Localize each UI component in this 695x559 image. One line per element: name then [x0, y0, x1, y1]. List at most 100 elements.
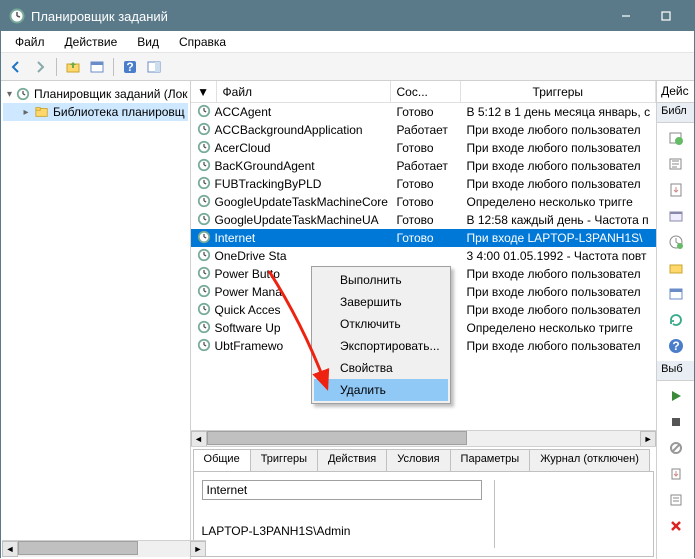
grid-header: ▼ Файл Сос... Триггеры: [191, 81, 657, 103]
tree-root[interactable]: ▾ Планировщик заданий (Лок: [3, 85, 188, 103]
run-icon[interactable]: [667, 387, 685, 405]
task-status: Готово: [391, 177, 461, 191]
menu-view[interactable]: Вид: [127, 33, 169, 51]
disable-icon[interactable]: [667, 439, 685, 457]
tab-conditions[interactable]: Условия: [386, 449, 450, 471]
context-delete[interactable]: Удалить: [314, 379, 448, 401]
task-trigger: В 12:58 каждый день - Частота п: [461, 213, 657, 227]
clock-icon: [197, 104, 211, 121]
task-trigger: Определено несколько тригге: [461, 195, 657, 209]
task-trigger: При входе любого пользовател: [461, 141, 657, 155]
task-row[interactable]: FUBTrackingByPLDГотовоПри входе любого п…: [191, 175, 657, 193]
column-status[interactable]: Сос...: [391, 81, 461, 102]
task-status: Работает: [391, 123, 461, 137]
menu-file[interactable]: Файл: [5, 33, 55, 51]
actions-icons-bottom: [657, 381, 694, 541]
refresh-icon[interactable]: [667, 311, 685, 329]
column-triggers[interactable]: Триггеры: [461, 81, 657, 102]
panel2-button[interactable]: [143, 56, 165, 78]
context-properties[interactable]: Свойства: [314, 357, 448, 379]
task-row[interactable]: GoogleUpdateTaskMachineCoreГотовоОпредел…: [191, 193, 657, 211]
scroll-thumb[interactable]: [207, 431, 467, 445]
maximize-button[interactable]: [646, 1, 686, 31]
tab-triggers[interactable]: Триггеры: [250, 449, 318, 471]
clock-icon: [197, 338, 211, 355]
context-end[interactable]: Завершить: [314, 291, 448, 313]
menu-action[interactable]: Действие: [55, 33, 128, 51]
task-row[interactable]: ACCAgentГотовоВ 5:12 в 1 день месяца янв…: [191, 103, 657, 121]
properties-icon[interactable]: [667, 491, 685, 509]
task-name-input[interactable]: [202, 480, 482, 500]
enable-history-icon[interactable]: [667, 233, 685, 251]
task-trigger: При входе любого пользовател: [461, 285, 657, 299]
column-file[interactable]: Файл: [217, 81, 391, 102]
tab-general[interactable]: Общие: [193, 449, 251, 471]
task-row[interactable]: InternetГотовоПри входе LAPTOP-L3PANH1S\: [191, 229, 657, 247]
clock-icon: [197, 194, 211, 211]
forward-button[interactable]: [29, 56, 51, 78]
titlebar: Планировщик заданий: [1, 1, 694, 31]
actions-header: Дейс: [657, 81, 694, 103]
end-icon[interactable]: [667, 413, 685, 431]
create-task-icon[interactable]: [667, 155, 685, 173]
task-name: GoogleUpdateTaskMachineCore: [215, 195, 388, 209]
task-row[interactable]: AcerCloudГотовоПри входе любого пользова…: [191, 139, 657, 157]
task-row[interactable]: GoogleUpdateTaskMachineUAГотовоВ 12:58 к…: [191, 211, 657, 229]
tab-history[interactable]: Журнал (отключен): [529, 449, 650, 471]
context-disable[interactable]: Отключить: [314, 313, 448, 335]
menu-help[interactable]: Справка: [169, 33, 236, 51]
divider: [494, 480, 495, 548]
create-basic-task-icon[interactable]: [667, 129, 685, 147]
task-row[interactable]: OneDrive Sta3 4:00 01.05.1992 - Частота …: [191, 247, 657, 265]
help-icon[interactable]: ?: [667, 337, 685, 355]
tree-library[interactable]: ▸ Библиотека планировщ: [3, 103, 188, 121]
task-trigger: При входе любого пользовател: [461, 159, 657, 173]
expand-icon[interactable]: ▸: [21, 107, 31, 118]
task-trigger: При входе любого пользовател: [461, 267, 657, 281]
toolbar: ?: [1, 53, 694, 81]
context-menu: Выполнить Завершить Отключить Экспортиро…: [311, 266, 451, 404]
scroll-left[interactable]: ◄: [2, 541, 18, 557]
task-trigger: 3 4:00 01.05.1992 - Частота повт: [461, 249, 657, 263]
context-export[interactable]: Экспортировать...: [314, 335, 448, 357]
clock-icon: [197, 140, 211, 157]
column-sort[interactable]: ▼: [191, 81, 217, 102]
import-task-icon[interactable]: [667, 181, 685, 199]
view-icon[interactable]: [667, 285, 685, 303]
new-folder-icon[interactable]: [667, 259, 685, 277]
tree-hscroll[interactable]: ◄ ►: [2, 540, 206, 556]
scroll-track[interactable]: [207, 431, 641, 447]
grid-hscroll[interactable]: ◄ ►: [191, 430, 657, 446]
scroll-right[interactable]: ►: [640, 431, 656, 447]
task-name: Software Up: [215, 321, 281, 335]
task-row[interactable]: BacKGroundAgentРаботаетПри входе любого …: [191, 157, 657, 175]
tab-settings[interactable]: Параметры: [450, 449, 531, 471]
scroll-track[interactable]: [18, 541, 190, 557]
scroll-left[interactable]: ◄: [191, 431, 207, 447]
clock-icon: [197, 122, 211, 139]
export-icon[interactable]: [667, 465, 685, 483]
back-button[interactable]: [5, 56, 27, 78]
clock-icon: [197, 158, 211, 175]
task-status: Работает: [391, 159, 461, 173]
svg-text:?: ?: [126, 60, 133, 74]
app-icon: [9, 8, 25, 24]
task-row[interactable]: ACCBackgroundApplicationРаботаетПри вход…: [191, 121, 657, 139]
scroll-right[interactable]: ►: [190, 541, 206, 557]
task-status: Готово: [391, 105, 461, 119]
help-button[interactable]: ?: [119, 56, 141, 78]
panel-button[interactable]: [86, 56, 108, 78]
task-name: FUBTrackingByPLD: [215, 177, 322, 191]
delete-icon[interactable]: [667, 517, 685, 535]
expand-icon[interactable]: ▾: [7, 89, 12, 100]
clock-icon: [197, 248, 211, 265]
folder-up-button[interactable]: [62, 56, 84, 78]
tree-library-label: Библиотека планировщ: [53, 105, 185, 119]
clock-icon: [197, 230, 211, 247]
actions-sub-library: Библ: [657, 103, 694, 123]
tab-actions[interactable]: Действия: [317, 449, 387, 471]
minimize-button[interactable]: [606, 1, 646, 31]
show-running-icon[interactable]: [667, 207, 685, 225]
context-run[interactable]: Выполнить: [314, 269, 448, 291]
scroll-thumb[interactable]: [18, 541, 138, 555]
